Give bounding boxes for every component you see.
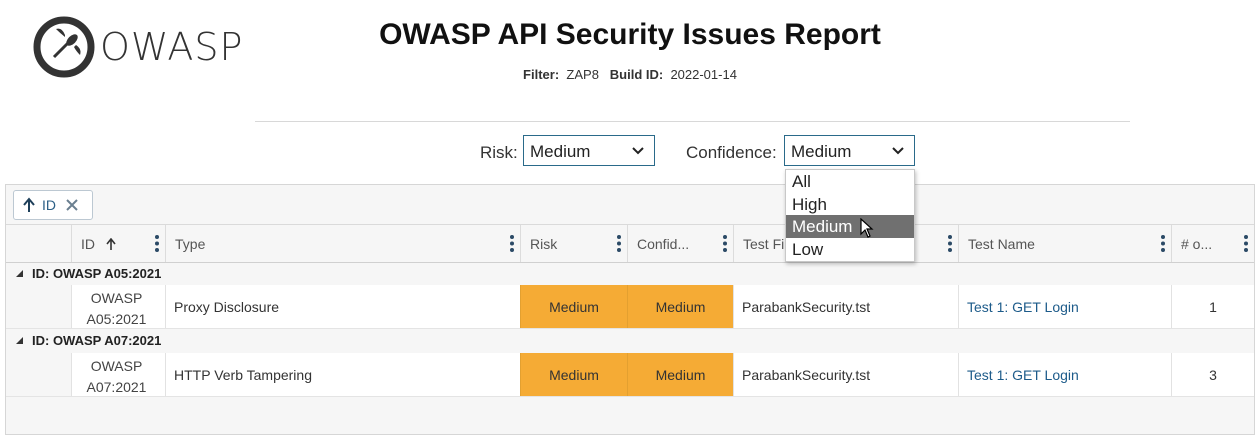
kebab-icon[interactable] — [617, 235, 621, 252]
issues-grid: ID ID Type Risk Confid... Test Fi Test N… — [5, 184, 1255, 435]
dropdown-option-low[interactable]: Low — [786, 238, 914, 261]
dropdown-option-high[interactable]: High — [786, 193, 914, 216]
filter-value: ZAP8 — [566, 67, 599, 82]
id-cell: OWASP A07:2021 — [71, 353, 165, 396]
build-id-label: Build ID: — [609, 67, 664, 82]
filter-summary: Filter: ZAP8 Build ID: 2022-01-14 — [0, 67, 1260, 82]
chevron-down-icon — [892, 147, 904, 155]
dropdown-option-medium[interactable]: Medium — [786, 215, 914, 238]
kebab-icon[interactable] — [1244, 235, 1248, 252]
close-icon[interactable] — [66, 199, 78, 211]
column-header-type[interactable]: Type — [165, 225, 520, 262]
chevron-down-icon — [632, 147, 644, 155]
kebab-icon[interactable] — [510, 235, 514, 252]
build-id-value: 2022-01-14 — [670, 67, 737, 82]
type-cell: Proxy Disclosure — [165, 285, 520, 328]
test-name-link[interactable]: Test 1: GET Login — [958, 353, 1171, 396]
group-row[interactable]: ID: OWASP A05:2021 — [6, 263, 1254, 285]
column-header-test-name[interactable]: Test Name — [958, 225, 1171, 262]
column-header-id[interactable]: ID — [71, 225, 165, 262]
table-row[interactable]: OWASP A07:2021 HTTP Verb Tampering Medium… — [6, 353, 1254, 397]
arrow-up-icon — [106, 238, 116, 250]
confidence-label: Confidence: — [686, 143, 777, 162]
mouse-cursor-icon — [860, 218, 874, 238]
grid-header: ID Type Risk Confid... Test Fi Test Name… — [6, 225, 1254, 263]
page-title: OWASP API Security Issues Report — [379, 18, 881, 51]
column-header-count[interactable]: # o... — [1171, 225, 1254, 262]
test-name-link[interactable]: Test 1: GET Login — [958, 285, 1171, 328]
test-file-cell: ParabankSecurity.tst — [733, 353, 958, 396]
confidence-badge: Medium — [627, 285, 733, 328]
risk-select[interactable]: Medium — [523, 135, 655, 166]
confidence-select-value: Medium — [791, 142, 852, 161]
group-row[interactable]: ID: OWASP A07:2021 — [6, 330, 1254, 352]
column-header-confidence[interactable]: Confid... — [627, 225, 733, 262]
kebab-icon[interactable] — [948, 235, 952, 252]
expander-cell — [6, 285, 71, 328]
count-cell: 1 — [1171, 285, 1254, 328]
triangle-down-icon[interactable] — [15, 269, 24, 278]
filter-label: Filter: — [523, 67, 560, 82]
kebab-icon[interactable] — [155, 235, 159, 252]
type-cell: HTTP Verb Tampering — [165, 353, 520, 396]
id-cell: OWASP A05:2021 — [71, 285, 165, 328]
dropdown-option-all[interactable]: All — [786, 170, 914, 193]
arrow-up-icon — [23, 197, 35, 212]
group-by-bar: ID — [6, 185, 1254, 225]
risk-badge: Medium — [520, 285, 627, 328]
group-chip-id[interactable]: ID — [13, 190, 93, 220]
divider — [255, 121, 1130, 122]
risk-badge: Medium — [520, 353, 627, 396]
group-chip-label: ID — [42, 197, 56, 213]
risk-select-value: Medium — [530, 142, 591, 161]
test-file-cell: ParabankSecurity.tst — [733, 285, 958, 328]
kebab-icon[interactable] — [1161, 235, 1165, 252]
kebab-icon[interactable] — [723, 235, 727, 252]
expander-column-header — [6, 225, 71, 262]
expander-cell — [6, 353, 71, 396]
column-header-risk[interactable]: Risk — [520, 225, 627, 262]
table-row[interactable]: OWASP A05:2021 Proxy Disclosure Medium Me… — [6, 285, 1254, 329]
confidence-badge: Medium — [627, 353, 733, 396]
confidence-select[interactable]: Medium — [784, 135, 915, 166]
count-cell: 3 — [1171, 353, 1254, 396]
confidence-dropdown-list: All High Medium Low — [785, 169, 915, 262]
risk-label: Risk: — [480, 143, 518, 162]
triangle-down-icon[interactable] — [15, 336, 24, 345]
